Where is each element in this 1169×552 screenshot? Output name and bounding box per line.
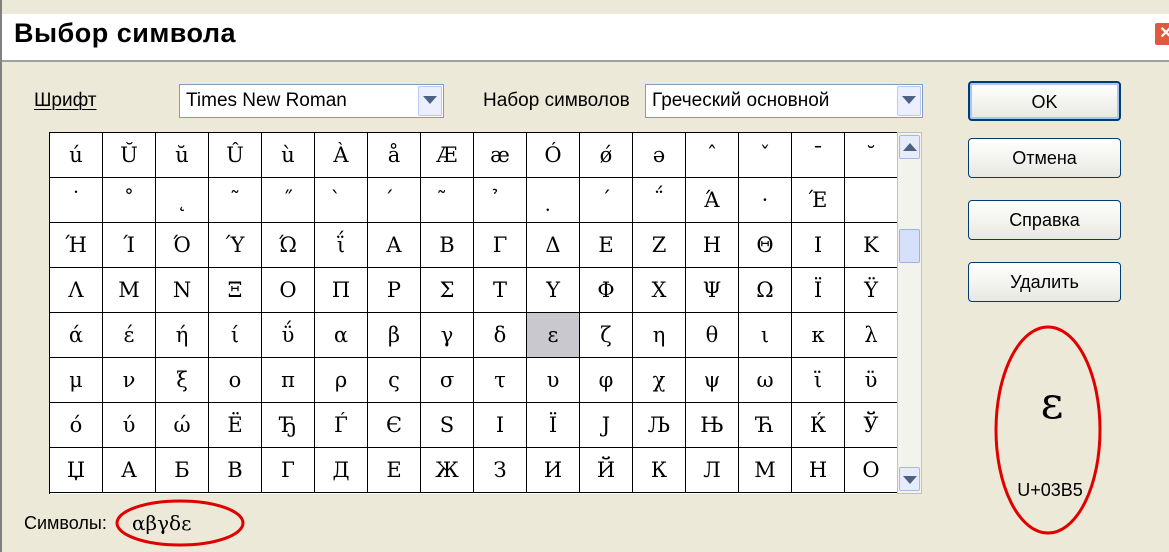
annotation-layer <box>115 325 1102 547</box>
annotation-ellipse-preview <box>994 325 1102 535</box>
special-character-dialog: Выбор символа ✕ Шрифт Times New Roman На… <box>0 0 1169 552</box>
annotation-ellipse-symbols <box>115 499 245 547</box>
